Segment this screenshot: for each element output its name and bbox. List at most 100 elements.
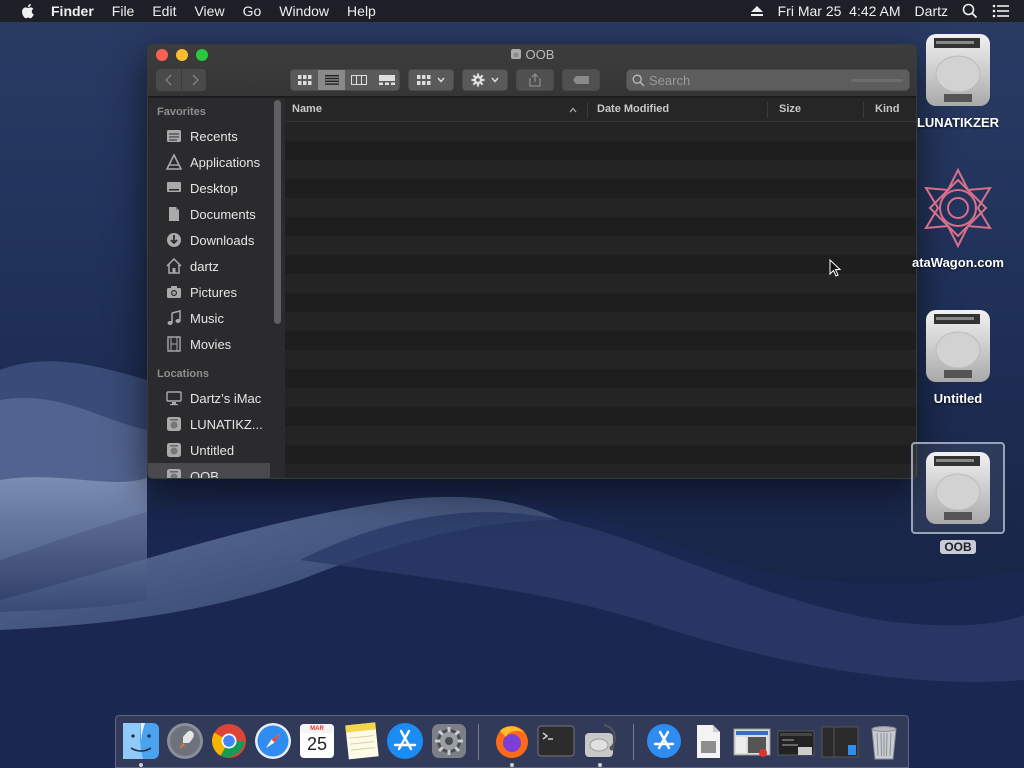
search-field[interactable] [626, 69, 910, 91]
sidebar-item-label: Music [190, 310, 224, 326]
menu-window[interactable]: Window [279, 3, 329, 19]
dock-terminal[interactable] [536, 721, 576, 761]
dock-app-store[interactable] [385, 721, 425, 761]
list-row [285, 255, 916, 274]
desktop-icon-datawagon[interactable]: ataWagon.com [908, 166, 1008, 270]
sidebar-item-label: dartz [190, 258, 219, 274]
menu-file[interactable]: File [112, 3, 135, 19]
column-size[interactable]: Size [779, 103, 801, 115]
group-by-button[interactable] [408, 69, 454, 91]
computer-icon [165, 389, 183, 407]
eject-icon[interactable] [750, 5, 764, 17]
desktop-icon-untitled[interactable]: Untitled [908, 308, 1008, 406]
dock-firefox[interactable] [492, 721, 532, 761]
window-stack-icon [821, 726, 859, 758]
column-date-modified[interactable]: Date Modified [597, 103, 669, 115]
column-divider[interactable] [767, 102, 768, 118]
gallery-view-button[interactable] [372, 70, 401, 90]
dock-calendar[interactable]: MAR 25 [297, 721, 337, 761]
sidebar-item-label: OOB [190, 468, 219, 479]
menu-user[interactable]: Dartz [915, 3, 948, 19]
menu-view[interactable]: View [194, 3, 224, 19]
list-view-button[interactable] [318, 70, 345, 90]
window-stack-icon [777, 730, 815, 756]
menu-go[interactable]: Go [243, 3, 262, 19]
window-title: OOB [148, 47, 916, 62]
column-view-button[interactable] [345, 70, 372, 90]
menu-clock[interactable]: Fri Mar 25 4:42 AM [778, 3, 901, 19]
list-row [285, 217, 916, 236]
terminal-icon [537, 725, 575, 757]
sidebar-item-untitled[interactable]: Untitled [148, 437, 270, 463]
column-divider[interactable] [863, 102, 864, 118]
dock-documents-stack[interactable] [688, 721, 728, 761]
sidebar-item-imac[interactable]: Dartz’s iMac [148, 385, 270, 411]
sidebar-item-recents[interactable]: Recents [148, 123, 270, 149]
sidebar-item-documents[interactable]: Documents [148, 201, 270, 227]
menu-bar: Finder File Edit View Go Window Help Fri… [0, 0, 1024, 22]
sidebar-item-label: Untitled [190, 442, 235, 458]
dock: MAR 25 [115, 715, 909, 768]
apple-menu-icon[interactable] [19, 2, 37, 20]
sidebar-item-lunatikz[interactable]: LUNATIKZ... [148, 411, 270, 437]
desktop-icon-label: OOB [940, 540, 976, 554]
list-row [285, 141, 916, 160]
star-emblem-icon [924, 167, 992, 249]
list-row [285, 236, 916, 255]
dock-notes[interactable] [341, 721, 381, 761]
menu-app-name[interactable]: Finder [51, 3, 94, 19]
drive-icon [165, 415, 183, 433]
hard-drive-icon [926, 310, 990, 382]
calendar-month-label: MAR [310, 726, 324, 732]
dock-safari[interactable] [253, 721, 293, 761]
sidebar-item-oob[interactable]: OOB [148, 463, 270, 479]
dock-disk-utility[interactable] [580, 721, 620, 761]
dock-utilities-folder[interactable] [644, 721, 684, 761]
sidebar-item-downloads[interactable]: Downloads [148, 227, 270, 253]
sidebar-item-desktop[interactable]: Desktop [148, 175, 270, 201]
edit-tags-button[interactable] [562, 69, 600, 91]
notification-center-icon[interactable] [992, 4, 1010, 18]
dock-trash[interactable] [864, 721, 904, 761]
action-menu-button[interactable] [462, 69, 508, 91]
sidebar-scrollbar[interactable] [274, 100, 281, 324]
menu-help[interactable]: Help [347, 3, 376, 19]
forward-button[interactable] [182, 70, 207, 90]
desktop-icon-label: Untitled [933, 391, 983, 406]
menu-edit[interactable]: Edit [152, 3, 176, 19]
desktop-icon-oob[interactable]: OOB [908, 442, 1008, 556]
column-kind[interactable]: Kind [875, 103, 899, 115]
dock-window-stack-2[interactable] [820, 721, 860, 761]
desktop-icon-lunatikzer[interactable]: LUNATIKZER [908, 32, 1008, 130]
sidebar-item-home[interactable]: dartz [148, 253, 270, 279]
icon-view-button[interactable] [291, 70, 318, 90]
notes-icon [345, 722, 379, 760]
sidebar-item-applications[interactable]: Applications [148, 149, 270, 175]
sidebar-item-movies[interactable]: Movies [148, 331, 270, 357]
spotlight-search-icon[interactable] [962, 3, 978, 19]
sidebar-item-pictures[interactable]: Pictures [148, 279, 270, 305]
dock-window-stack[interactable] [776, 721, 816, 761]
tag-icon [573, 76, 589, 84]
dock-launchpad[interactable] [165, 721, 205, 761]
column-divider[interactable] [587, 102, 588, 118]
drive-icon [510, 49, 521, 59]
column-name[interactable]: Name [292, 103, 322, 115]
search-icon [632, 74, 645, 87]
dock-chrome[interactable] [209, 721, 249, 761]
dock-system-preferences[interactable] [429, 721, 469, 761]
sidebar-item-label: Desktop [190, 180, 238, 196]
list-row [285, 293, 916, 312]
dock-screenshots-stack[interactable] [732, 721, 772, 761]
file-list: Name Date Modified Size Kind [285, 98, 916, 478]
sidebar-item-label: Dartz’s iMac [190, 390, 262, 406]
applications-icon [165, 153, 183, 171]
dock-separator [633, 724, 634, 760]
music-note-icon [165, 309, 183, 327]
sidebar-item-music[interactable]: Music [148, 305, 270, 331]
dock-finder[interactable] [121, 721, 161, 761]
search-input[interactable] [649, 72, 849, 88]
share-button[interactable] [516, 69, 554, 91]
back-button[interactable] [157, 70, 182, 90]
list-row [285, 426, 916, 445]
